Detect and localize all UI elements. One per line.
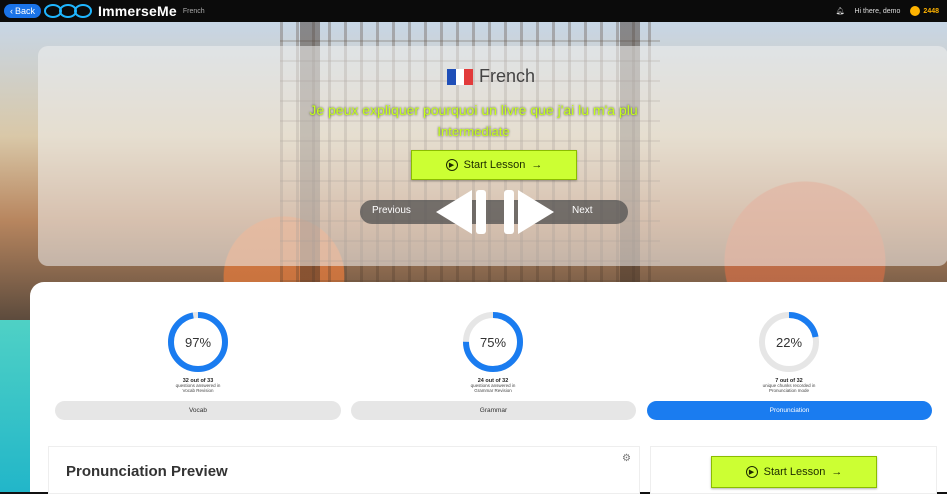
- percent-value: 22%: [775, 334, 803, 350]
- stat-desc-2: Vocab Revision: [182, 387, 214, 393]
- start-lesson-label: Start Lesson: [763, 466, 826, 478]
- back-button[interactable]: ‹ Back: [4, 4, 42, 18]
- tab-vocab[interactable]: Vocab: [55, 401, 341, 420]
- grammar-stat-text: 24 out of 32 questions answered in Gramm…: [443, 374, 543, 394]
- tab-grammar[interactable]: Grammar: [351, 401, 636, 420]
- arrow-right-icon: →: [831, 466, 843, 478]
- start-lesson-button-bottom[interactable]: ▶ Start Lesson →: [711, 456, 877, 488]
- vocab-stat-text: 32 out of 33 questions answered in Vocab…: [148, 374, 248, 394]
- coin-balance[interactable]: 2448: [910, 6, 939, 16]
- top-bar: ‹ Back ImmerseMe French 🔔︎ Hi there, dem…: [0, 0, 947, 22]
- bell-icon[interactable]: 🔔︎: [836, 7, 845, 15]
- play-icon: ▶: [745, 466, 758, 478]
- stat-desc-2: Pronunciation mode: [768, 387, 810, 393]
- coin-count: 2448: [923, 7, 939, 15]
- next-arrow-icon[interactable]: [500, 188, 558, 236]
- vocab-stat: 97%: [166, 310, 230, 379]
- back-label: Back: [15, 6, 36, 16]
- stat-desc-2: Grammar Revision: [474, 387, 512, 393]
- next-button[interactable]: Next: [572, 205, 593, 216]
- language-heading: French: [447, 66, 535, 87]
- coin-icon: [910, 6, 921, 16]
- side-accent: [0, 320, 30, 492]
- tab-label: Vocab: [188, 407, 208, 414]
- previous-arrow-icon[interactable]: [432, 188, 490, 236]
- previous-button[interactable]: Previous: [372, 205, 411, 216]
- pronunciation-stat: 22%: [757, 310, 821, 379]
- play-icon: ▶: [445, 159, 458, 171]
- tab-label: Pronunciation: [769, 407, 810, 414]
- gear-icon[interactable]: ⚙: [622, 453, 631, 464]
- french-flag-icon: [447, 68, 474, 85]
- brand-logo[interactable]: ImmerseMe: [44, 3, 177, 19]
- top-right: 🔔︎ Hi there, demo 2448: [836, 6, 939, 16]
- arrow-right-icon: →: [531, 159, 543, 171]
- chevron-left-icon: ‹: [10, 6, 13, 16]
- grammar-stat: 75%: [461, 310, 525, 379]
- start-lesson-button[interactable]: ▶ Start Lesson →: [411, 150, 577, 180]
- logo-rings-icon: [44, 4, 93, 18]
- brand-name: ImmerseMe: [98, 3, 177, 19]
- language-name: French: [479, 66, 536, 86]
- lesson-level: Intermediate: [437, 124, 510, 139]
- breadcrumb[interactable]: French: [183, 8, 205, 15]
- percent-value: 97%: [184, 334, 212, 350]
- percent-value: 75%: [479, 334, 507, 350]
- greeting[interactable]: Hi there, demo: [855, 8, 901, 15]
- start-lesson-label: Start Lesson: [463, 159, 526, 171]
- tab-label: Grammar: [479, 407, 508, 414]
- pronunciation-stat-text: 7 out of 32 unique chunks recorded in Pr…: [739, 374, 839, 394]
- tab-pronunciation[interactable]: Pronunciation: [647, 401, 932, 420]
- preview-title: Pronunciation Preview: [66, 463, 228, 480]
- lesson-sentence: Je peux expliquer pourquoi un livre que …: [309, 102, 638, 118]
